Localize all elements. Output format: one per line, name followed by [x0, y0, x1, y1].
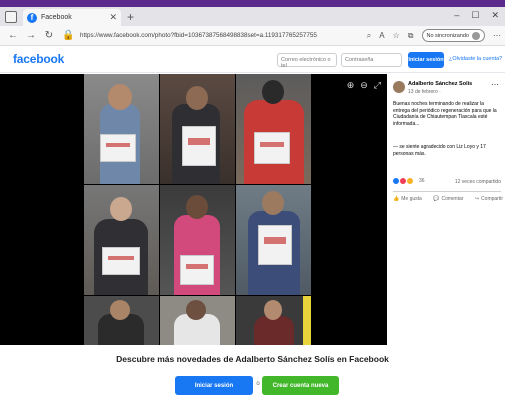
signup-banner-title: Descubre más novedades de Adalberto Sánc… — [116, 354, 389, 364]
share-icon: ↪ — [474, 196, 480, 202]
lock-icon: 🔒 — [62, 30, 75, 41]
author-name[interactable]: Adalberto Sánchez Solís — [408, 81, 472, 87]
collage-photo — [236, 185, 311, 295]
collage-photo — [160, 74, 235, 184]
comment-button[interactable]: 💬 Comentar — [433, 196, 463, 202]
collage-photo — [160, 185, 235, 295]
like-label: Me gusta — [401, 196, 422, 202]
divider — [393, 191, 501, 192]
collage-photo — [236, 74, 311, 184]
facebook-favicon-icon: f — [27, 12, 37, 23]
author-avatar[interactable] — [393, 81, 405, 93]
post-panel: Adalberto Sánchez Solís 13 de febrero · … — [388, 74, 505, 345]
share-button[interactable]: ↪ Compartir — [475, 196, 503, 202]
create-account-button[interactable]: Crear cuenta nueva — [262, 376, 339, 395]
photo-viewer: ⊕ ⊖ ⤢ — [0, 74, 387, 345]
reload-icon[interactable]: ↻ — [44, 30, 54, 41]
address-bar-tools: ⌕ A ☆ ⧉ No sincronizando ⋯ — [367, 29, 501, 42]
comment-icon: 💬 — [433, 196, 440, 202]
window-controls: – ☐ ✕ — [454, 10, 499, 21]
address-bar: ← → ↻ 🔒 https://www.facebook.com/photo?f… — [0, 26, 505, 46]
header-login-button[interactable]: Iniciar sesión — [408, 52, 444, 68]
post-text: Buenas noches terminando de realizar la … — [393, 101, 497, 127]
more-options-icon[interactable]: ⋯ — [493, 31, 501, 40]
collage-photo — [236, 296, 311, 345]
tab-title: Facebook — [41, 14, 72, 21]
banner-login-button[interactable]: Iniciar sesión — [175, 376, 253, 395]
facebook-logo[interactable]: facebook — [13, 52, 64, 66]
zoom-icon[interactable]: ⌕ — [367, 31, 371, 41]
like-reaction-icon — [393, 178, 399, 184]
maximize-icon[interactable]: ☐ — [471, 10, 479, 21]
collage-photo — [84, 296, 159, 345]
password-input[interactable]: Contraseña — [341, 53, 402, 67]
love-reaction-icon — [400, 178, 406, 184]
post-options-icon[interactable]: ⋯ — [491, 80, 499, 89]
zoom-in-icon[interactable]: ⊕ — [347, 80, 355, 91]
sync-label: No sincronizando — [426, 32, 470, 39]
tab-actions-icon[interactable] — [5, 10, 17, 23]
favorite-icon[interactable]: ☆ — [393, 31, 400, 40]
forgot-account-link[interactable]: ¿Olvidaste la cuenta? — [449, 56, 502, 62]
os-title-strip — [0, 0, 505, 7]
tab-close-icon[interactable]: ✕ — [109, 12, 117, 23]
share-label: Compartir — [481, 196, 503, 202]
tab-bar: f Facebook ✕ + – ☐ ✕ — [0, 7, 505, 26]
new-tab-icon[interactable]: + — [127, 10, 134, 24]
reactions[interactable]: 36 — [393, 178, 425, 184]
forward-icon[interactable]: → — [26, 30, 36, 41]
comment-label: Comentar — [441, 196, 464, 202]
profile-avatar-icon — [472, 31, 480, 40]
collage-photo — [160, 296, 235, 345]
care-reaction-icon — [407, 178, 413, 184]
photo-collage[interactable] — [84, 74, 311, 345]
post-feeling: — se siente agradecido con Liz Loyo y 17… — [393, 144, 486, 157]
like-button[interactable]: 👍 Me gusta — [393, 196, 422, 202]
collections-icon[interactable]: ⧉ — [408, 31, 414, 41]
post-date[interactable]: 13 de febrero · — [408, 89, 441, 95]
tab-facebook[interactable]: f Facebook ✕ — [23, 9, 121, 26]
minimize-icon[interactable]: – — [454, 10, 459, 21]
collage-photo — [84, 74, 159, 184]
profile-sync-button[interactable]: No sincronizando — [421, 29, 485, 42]
email-input[interactable]: Correo electrónico o tel — [277, 53, 337, 69]
close-window-icon[interactable]: ✕ — [491, 10, 499, 21]
read-aloud-icon[interactable]: A — [379, 31, 384, 40]
thumbs-up-icon: 👍 — [393, 196, 400, 202]
collage-photo — [84, 185, 159, 295]
zoom-out-icon[interactable]: ⊖ — [360, 80, 368, 91]
browser-window: f Facebook ✕ + – ☐ ✕ ← → ↻ 🔒 https://www… — [0, 0, 505, 406]
share-count[interactable]: 12 veces compartido — [455, 179, 501, 185]
back-icon[interactable]: ← — [8, 30, 18, 41]
url-field[interactable]: https://www.facebook.com/photo?fbid=1036… — [80, 32, 317, 39]
post-actions: 👍 Me gusta 💬 Comentar ↪ Compartir — [393, 196, 503, 202]
reaction-count: 36 — [419, 178, 425, 184]
photo-tools: ⊕ ⊖ ⤢ — [347, 80, 381, 91]
facebook-header: facebook Correo electrónico o tel Contra… — [0, 47, 505, 73]
fullscreen-icon[interactable]: ⤢ — [374, 80, 381, 91]
